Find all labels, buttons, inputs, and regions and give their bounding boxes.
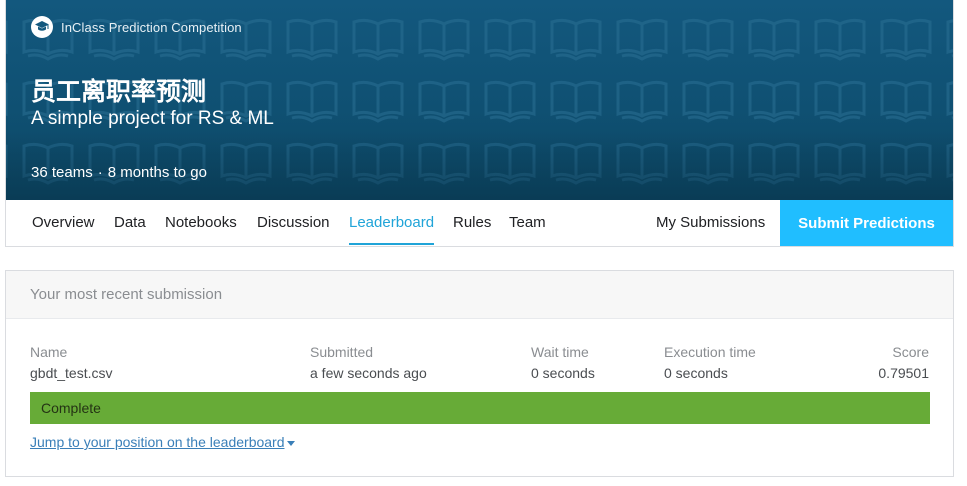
wait-time-column: Wait time 0 seconds bbox=[531, 344, 595, 381]
competition-nav: Overview Data Notebooks Discussion Leade… bbox=[6, 200, 953, 246]
submitted-label: Submitted bbox=[310, 344, 374, 360]
tab-leaderboard[interactable]: Leaderboard bbox=[349, 200, 435, 246]
recent-submission-header: Your most recent submission bbox=[6, 271, 953, 319]
competition-title: 员工离职率预测 bbox=[31, 77, 207, 106]
execution-time-label: Execution time bbox=[664, 344, 756, 360]
wait-time-label: Wait time bbox=[531, 344, 589, 360]
score-column: Score 0.79501 bbox=[878, 344, 929, 381]
competition-subtitle: A simple project for RS & ML bbox=[31, 108, 274, 129]
time-remaining: 8 months to go bbox=[107, 164, 207, 181]
tab-team[interactable]: Team bbox=[509, 200, 546, 246]
tab-data[interactable]: Data bbox=[114, 200, 146, 246]
jump-link-text: Jump to your position on the leaderboard bbox=[30, 434, 285, 450]
caret-down-icon bbox=[286, 439, 295, 450]
submitted-time: a few seconds ago bbox=[310, 365, 427, 381]
team-count: 36 teams bbox=[31, 164, 93, 181]
score-label: Score bbox=[892, 344, 929, 360]
submission-filename: gbdt_test.csv bbox=[30, 365, 113, 381]
submit-predictions-button[interactable]: Submit Predictions bbox=[780, 200, 953, 246]
status-complete-bar: Complete bbox=[30, 392, 930, 424]
meta-separator: · bbox=[97, 164, 103, 181]
competition-type-label: InClass Prediction Competition bbox=[61, 19, 242, 35]
execution-time-column: Execution time 0 seconds bbox=[664, 344, 756, 381]
name-label: Name bbox=[30, 344, 68, 360]
competition-banner: InClass Prediction Competition 员工离职率预测 A… bbox=[6, 0, 953, 200]
score-value: 0.79501 bbox=[878, 365, 929, 381]
name-column: Name gbdt_test.csv bbox=[30, 344, 113, 381]
submitted-column: Submitted a few seconds ago bbox=[310, 344, 427, 381]
tab-rules[interactable]: Rules bbox=[453, 200, 491, 246]
graduation-cap-icon bbox=[31, 16, 53, 38]
execution-time-value: 0 seconds bbox=[664, 365, 728, 381]
tab-discussion[interactable]: Discussion bbox=[257, 200, 330, 246]
tab-notebooks[interactable]: Notebooks bbox=[165, 200, 237, 246]
my-submissions-link[interactable]: My Submissions bbox=[656, 200, 765, 246]
wait-time-value: 0 seconds bbox=[531, 365, 595, 381]
competition-header: InClass Prediction Competition 员工离职率预测 A… bbox=[5, 0, 954, 247]
competition-meta: 36 teams · 8 months to go bbox=[31, 164, 207, 181]
tab-overview[interactable]: Overview bbox=[32, 200, 95, 246]
competition-type: InClass Prediction Competition bbox=[31, 16, 242, 38]
jump-to-leaderboard-link[interactable]: Jump to your position on the leaderboard bbox=[30, 434, 295, 450]
recent-submission-card: Your most recent submission Name gbdt_te… bbox=[5, 270, 954, 477]
